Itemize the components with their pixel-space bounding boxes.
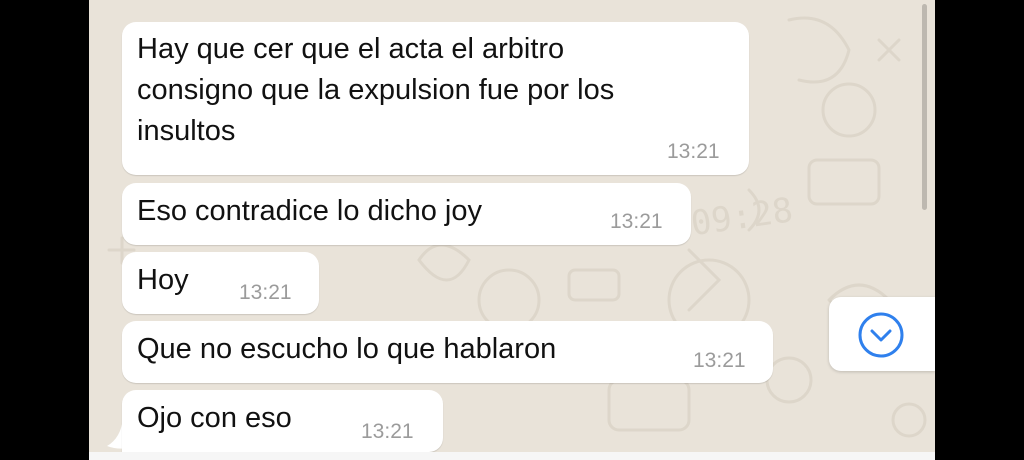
message-text: Que no escucho lo que hablaron	[137, 333, 557, 365]
message-text: Eso contradice lo dicho joy	[137, 195, 482, 227]
message-bubble[interactable]: Hay que cer que el acta el arbitro consi…	[122, 22, 749, 175]
message-bubble[interactable]: Eso contradice lo dicho joy 13:21	[122, 183, 691, 245]
message-text: Hoy	[137, 264, 189, 296]
message-text-line: consigno que la expulsion fue por los	[137, 74, 615, 106]
message-text-line: Hay que cer que el acta el arbitro	[137, 33, 565, 65]
message-timestamp: 13:21	[667, 140, 720, 163]
message-text: Ojo con eso	[137, 402, 292, 434]
message-timestamp: 13:21	[361, 420, 414, 443]
message-timestamp: 13:21	[693, 349, 746, 372]
scroll-to-bottom-button[interactable]	[829, 297, 935, 371]
message-text-line: insultos	[137, 115, 236, 147]
message-bubble[interactable]: Hoy 13:21	[122, 252, 319, 314]
scrollbar[interactable]	[922, 4, 927, 210]
wallpaper-clock-text: 09:28	[688, 190, 795, 244]
input-bar-edge	[89, 452, 935, 460]
chat-area[interactable]: 09:28 Hay que cer que el acta el arbitro…	[89, 0, 935, 460]
message-timestamp: 13:21	[239, 281, 292, 304]
message-bubble[interactable]: Ojo con eso 13:21	[122, 390, 443, 452]
message-bubble[interactable]: Que no escucho lo que hablaron 13:21	[122, 321, 773, 383]
message-timestamp: 13:21	[610, 210, 663, 233]
chevron-down-icon	[858, 312, 904, 358]
